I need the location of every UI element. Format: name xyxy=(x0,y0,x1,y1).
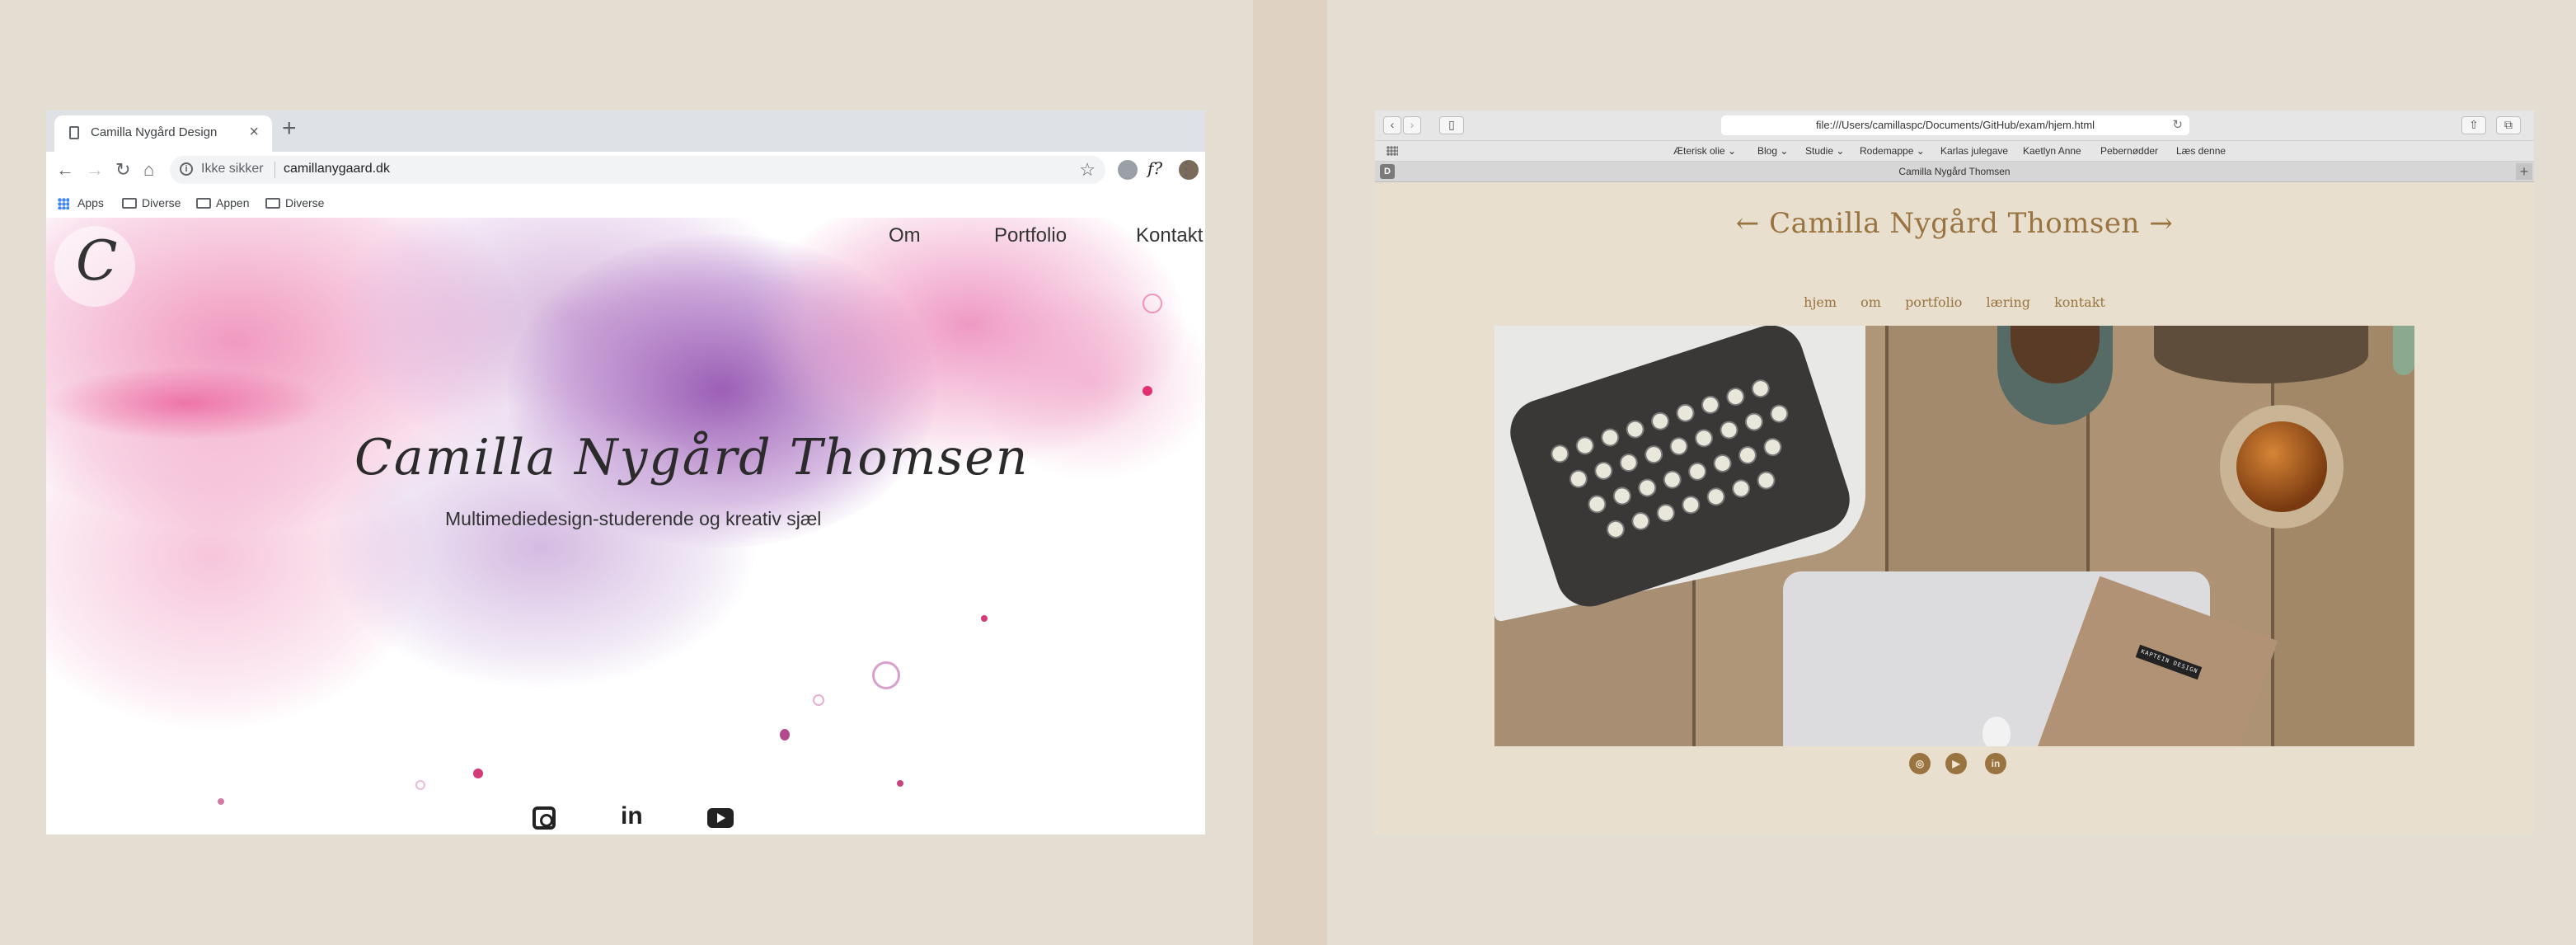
youtube-icon[interactable] xyxy=(707,808,734,828)
favorites-bar: Æterisk olie ⌄ Blog ⌄ Studie ⌄ Rodemappe… xyxy=(1375,141,2534,162)
tabs-overview-icon[interactable]: ⧉ xyxy=(2496,116,2521,134)
page-icon xyxy=(69,126,79,139)
instagram-icon[interactable]: ◎ xyxy=(1909,753,1931,774)
bookmark-diverse-2[interactable]: Diverse xyxy=(285,196,324,209)
apps-grid-icon xyxy=(58,198,69,209)
nav-portfolio[interactable]: portfolio xyxy=(1905,294,1962,310)
nav-kontakt[interactable]: Kontakt xyxy=(1136,224,1203,247)
bookmark-laes-denne[interactable]: Læs denne xyxy=(2176,145,2226,157)
exam-page: ← Camilla Nygård Thomsen → hjem om portf… xyxy=(1375,182,2534,835)
chrome-tab-bar: Camilla Nygård Design × + xyxy=(46,110,1205,152)
site-subtitle: Multimediedesign-studerende og kreativ s… xyxy=(445,508,822,529)
reload-icon[interactable]: ↻ xyxy=(2172,117,2183,132)
nav-om[interactable]: om xyxy=(1860,294,1881,310)
folder-icon xyxy=(122,198,137,209)
forward-icon[interactable]: → xyxy=(86,159,104,181)
background-divider xyxy=(1253,0,1327,945)
page-nav: hjem om portfolio læring kontakt xyxy=(1375,294,2534,310)
nav-kontakt[interactable]: kontakt xyxy=(2054,294,2105,310)
address-bar[interactable]: file:///Users/camillaspc/Documents/GitHu… xyxy=(1721,115,2189,135)
bookmark-kaetlyn-anne[interactable]: Kaetlyn Anne xyxy=(2023,145,2081,157)
safari-tab-bar: D Camilla Nygård Thomsen + xyxy=(1375,162,2534,182)
info-icon[interactable]: i xyxy=(180,162,193,176)
menu-icon[interactable]: ⋮ xyxy=(1177,158,1195,180)
linkedin-icon[interactable]: in xyxy=(1985,753,2006,774)
candle xyxy=(2236,421,2327,512)
site-title: Camilla Nygård Thomsen xyxy=(354,429,1030,487)
bookmark-aeterisk-olie[interactable]: Æterisk olie ⌄ xyxy=(1673,145,1736,157)
chrome-window: Camilla Nygård Design × + ← → ↻ ⌂ i Ikke… xyxy=(46,110,1205,835)
url-text[interactable]: camillanygaard.dk xyxy=(284,162,390,176)
favorites-grid-icon[interactable] xyxy=(1387,146,1398,156)
youtube-icon[interactable]: ▶ xyxy=(1945,753,1967,774)
extension-icon[interactable] xyxy=(1118,160,1138,180)
bookmark-pebernodder[interactable]: Pebernødder xyxy=(2100,145,2158,157)
close-tab-icon[interactable]: × xyxy=(249,123,259,142)
bookmark-blog[interactable]: Blog ⌄ xyxy=(1757,145,1788,157)
nav-hjem[interactable]: hjem xyxy=(1804,294,1837,310)
bookmark-rodemappe[interactable]: Rodemappe ⌄ xyxy=(1860,145,1925,157)
site-logo-letter: C xyxy=(76,229,118,293)
bookmark-studie[interactable]: Studie ⌄ xyxy=(1805,145,1844,157)
tab-title[interactable]: Camilla Nygård Thomsen xyxy=(1375,166,2534,177)
apple-logo xyxy=(1982,717,2011,746)
basket xyxy=(2154,326,2368,383)
back-icon[interactable]: ‹ xyxy=(1383,116,1401,134)
back-icon[interactable]: ← xyxy=(56,159,74,181)
font-extension-icon[interactable]: f? xyxy=(1147,158,1167,178)
chrome-toolbar: ← → ↻ ⌂ i Ikke sikker camillanygaard.dk … xyxy=(46,152,1205,190)
forward-icon[interactable]: › xyxy=(1403,116,1421,134)
bookmark-star-icon[interactable]: ☆ xyxy=(1079,159,1096,181)
folder-icon xyxy=(196,198,211,209)
nav-portfolio[interactable]: Portfolio xyxy=(994,224,1067,247)
plant xyxy=(2393,326,2414,375)
nav-laering[interactable]: læring xyxy=(1987,294,2030,310)
safari-window: ‹ › ▯ file:///Users/camillaspc/Documents… xyxy=(1375,110,2534,835)
instagram-icon[interactable] xyxy=(533,806,556,830)
safari-toolbar: ‹ › ▯ file:///Users/camillaspc/Documents… xyxy=(1375,110,2534,141)
security-label: Ikke sikker xyxy=(201,162,264,176)
page-title: ← Camilla Nygård Thomsen → xyxy=(1735,207,2174,240)
browser-tab[interactable]: Camilla Nygård Design × xyxy=(54,115,272,152)
bookmark-diverse[interactable]: Diverse xyxy=(142,196,181,209)
nav-om[interactable]: Om xyxy=(889,224,921,247)
address-separator xyxy=(274,162,275,178)
portfolio-page: C Om Portfolio Kontakt Camilla Nygård Th… xyxy=(46,218,1205,835)
url-text[interactable]: file:///Users/camillaspc/Documents/GitHu… xyxy=(1721,119,2189,131)
site-logo[interactable]: C xyxy=(54,226,135,307)
reload-icon[interactable]: ↻ xyxy=(115,159,130,181)
home-icon[interactable]: ⌂ xyxy=(143,159,154,181)
bookmark-apps[interactable]: Apps xyxy=(77,196,104,209)
folder-icon xyxy=(265,198,280,209)
share-icon[interactable]: ⇧ xyxy=(2461,116,2486,134)
hero-photo: KAPTEIN DESIGN xyxy=(1494,326,2414,746)
new-tab-button[interactable]: + xyxy=(282,116,297,141)
new-tab-button[interactable]: + xyxy=(2516,163,2532,180)
bookmark-appen[interactable]: Appen xyxy=(216,196,249,209)
sidebar-icon[interactable]: ▯ xyxy=(1439,116,1464,134)
address-bar[interactable]: i Ikke sikker camillanygaard.dk ☆ xyxy=(170,156,1105,184)
bookmarks-bar: Apps Diverse Appen Diverse xyxy=(46,190,1205,219)
bookmark-karlas-julegave[interactable]: Karlas julegave xyxy=(1940,145,2008,157)
linkedin-icon[interactable]: in xyxy=(621,804,644,829)
tab-title: Camilla Nygård Design xyxy=(91,125,218,139)
